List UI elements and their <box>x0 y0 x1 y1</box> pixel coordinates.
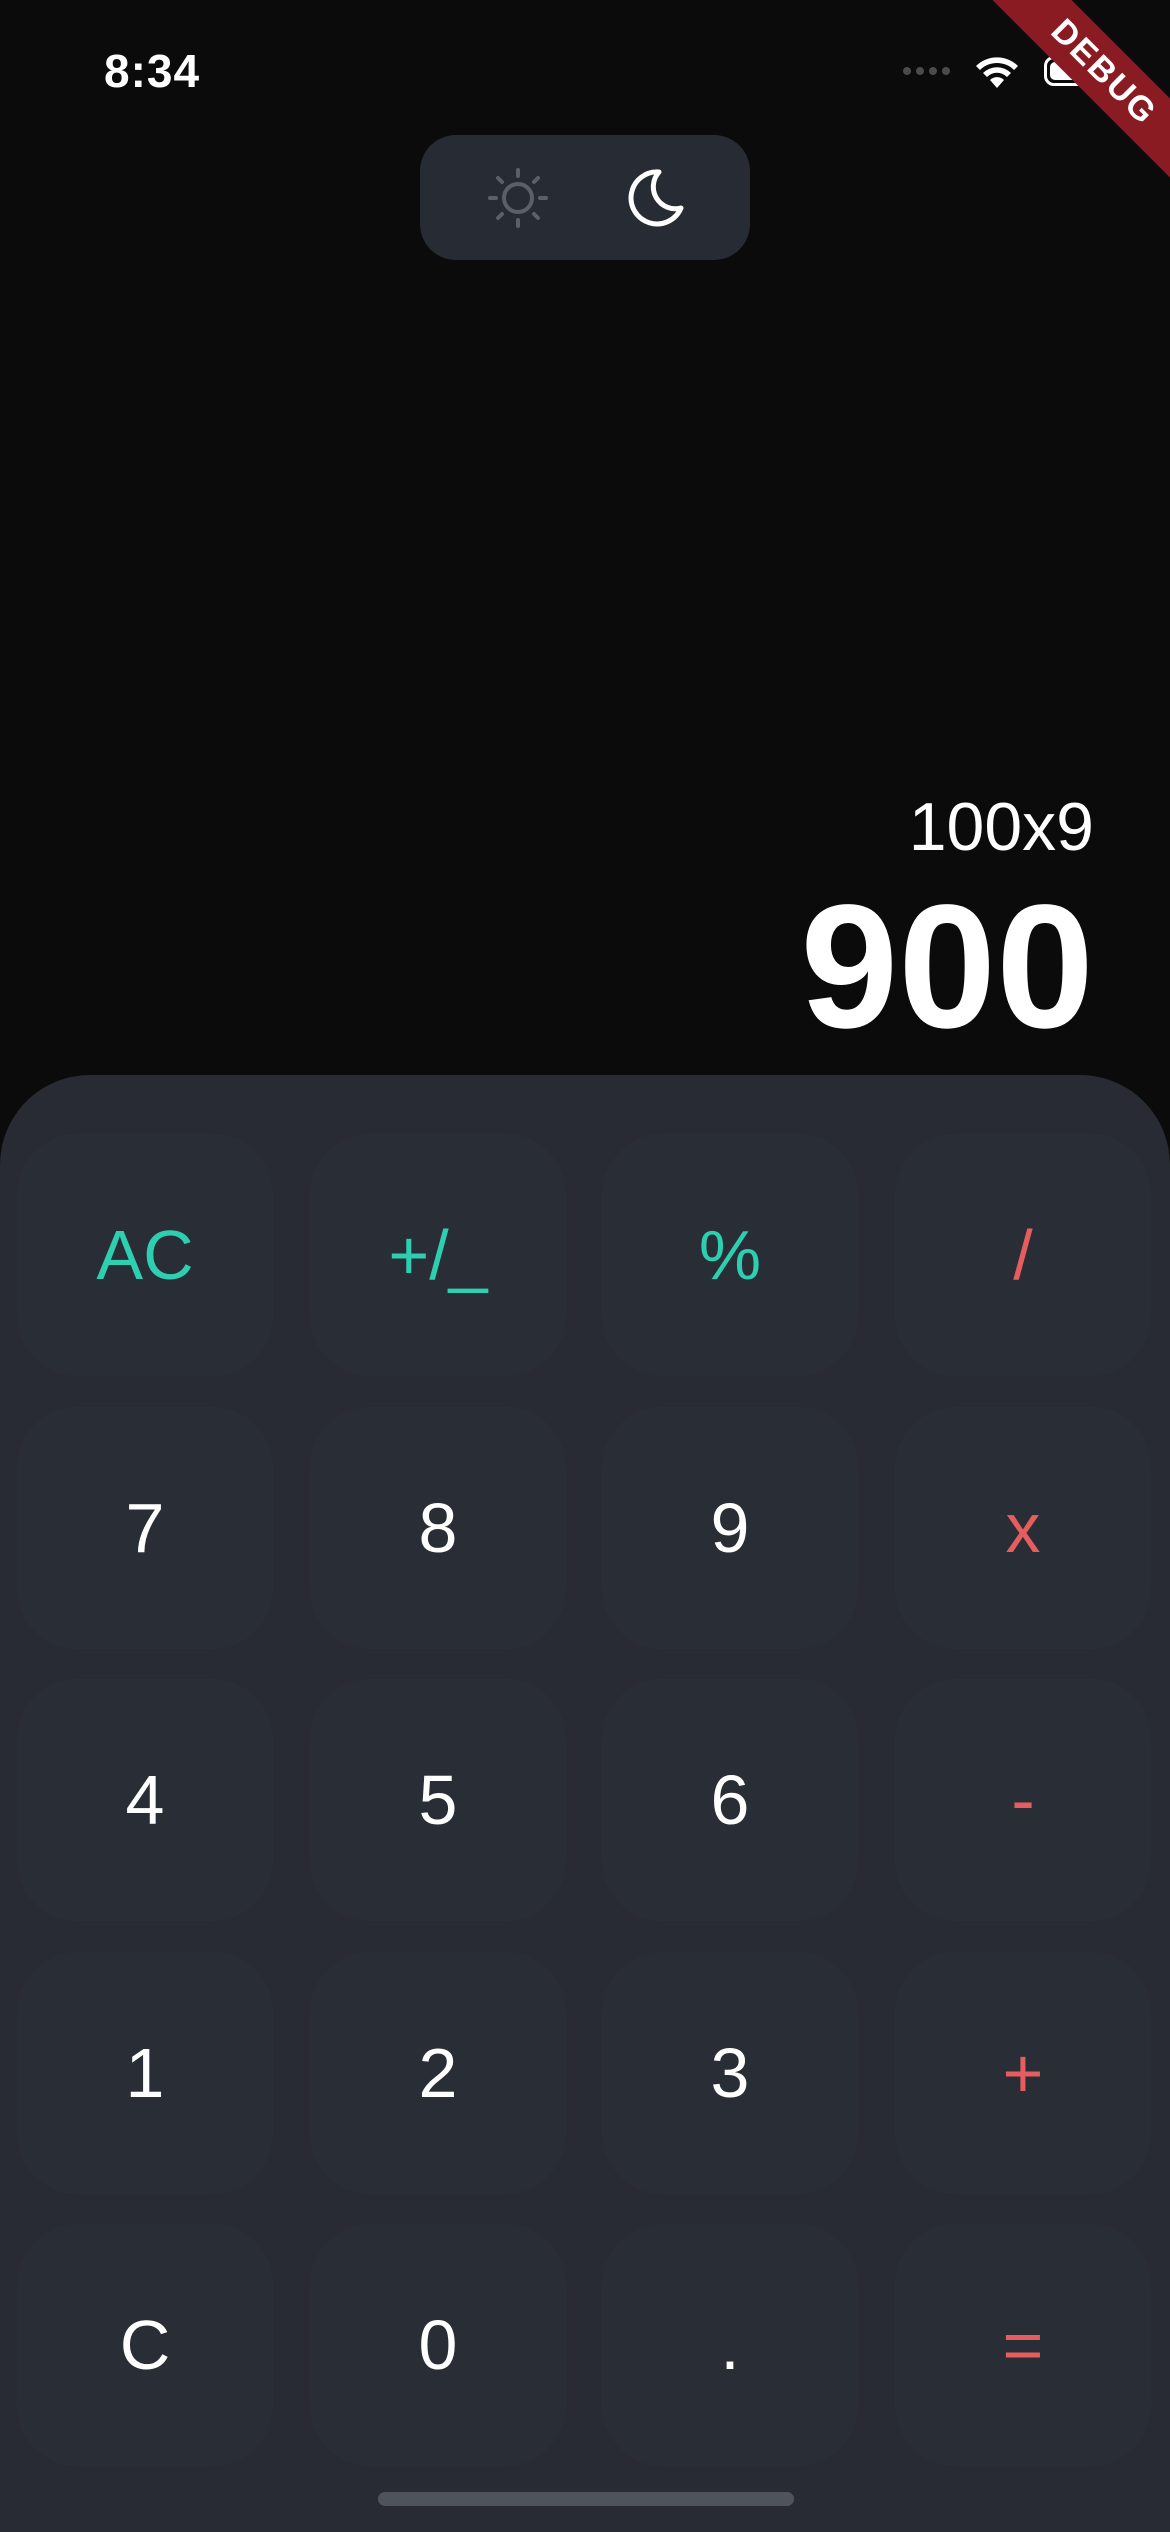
status-time: 8:34 <box>104 45 201 97</box>
result-display: 900 <box>800 869 1094 1065</box>
moon-icon <box>628 168 683 226</box>
plus-button[interactable]: + <box>896 1953 1150 2193</box>
light-mode-button[interactable] <box>478 158 558 238</box>
multiply-button[interactable]: x <box>896 1408 1150 1648</box>
theme-toggle <box>420 135 750 260</box>
home-indicator[interactable] <box>378 2492 794 2506</box>
percent-button[interactable]: % <box>603 1135 857 1375</box>
digit-1-button[interactable]: 1 <box>18 1953 272 2193</box>
plus-minus-button[interactable]: +/_ <box>311 1135 565 1375</box>
sun-icon <box>487 167 548 228</box>
digit-2-button[interactable]: 2 <box>311 1953 565 2193</box>
ac-button[interactable]: AC <box>18 1135 272 1375</box>
clear-button[interactable]: C <box>18 2225 272 2465</box>
digit-5-button[interactable]: 5 <box>311 1680 565 1920</box>
digit-8-button[interactable]: 8 <box>311 1408 565 1648</box>
status-indicators <box>903 52 1112 90</box>
digit-3-button[interactable]: 3 <box>603 1953 857 2193</box>
wifi-icon <box>976 57 1018 88</box>
digit-0-button[interactable]: 0 <box>311 2225 565 2465</box>
equals-button[interactable]: = <box>896 2225 1150 2465</box>
debug-banner-label: DEBUG <box>978 0 1170 198</box>
keypad: AC +/_ % / 7 8 9 x 4 5 6 - 1 2 3 + C 0 .… <box>0 1075 1170 2532</box>
digit-7-button[interactable]: 7 <box>18 1408 272 1648</box>
digit-9-button[interactable]: 9 <box>603 1408 857 1648</box>
digit-6-button[interactable]: 6 <box>603 1680 857 1920</box>
minus-button[interactable]: - <box>896 1680 1150 1920</box>
debug-banner: DEBUG <box>970 0 1170 200</box>
divide-button[interactable]: / <box>896 1135 1150 1375</box>
dark-mode-button[interactable] <box>613 158 693 238</box>
cellular-signal-icon <box>903 67 950 75</box>
calculator-screen: 8:34 DEBUG 100x9 900 AC +/_ % / 7 8 9 x … <box>0 0 1170 2532</box>
battery-icon <box>1044 56 1112 86</box>
expression-display: 100x9 <box>908 789 1094 865</box>
decimal-point-button[interactable]: . <box>603 2225 857 2465</box>
digit-4-button[interactable]: 4 <box>18 1680 272 1920</box>
